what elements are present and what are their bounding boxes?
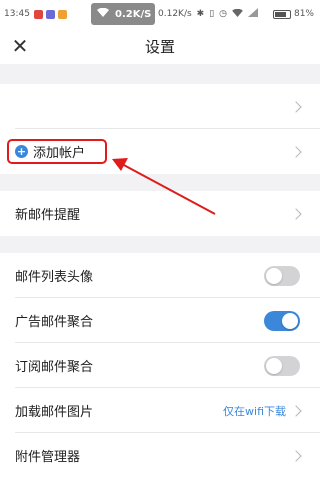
ad-aggregate-toggle[interactable] bbox=[264, 310, 300, 331]
bottom-filler bbox=[0, 478, 320, 490]
chevron-right-icon bbox=[290, 100, 302, 113]
battery-percent: 81% bbox=[293, 9, 314, 19]
page-title: 设置 bbox=[144, 38, 175, 56]
section-gap bbox=[0, 174, 320, 191]
load-images-label: 加载邮件图片 bbox=[15, 405, 94, 420]
battery-icon bbox=[272, 9, 291, 19]
app-notification-icon bbox=[57, 9, 67, 19]
toggle-knob bbox=[266, 267, 282, 284]
ad-aggregate-row: 广告邮件聚合 bbox=[0, 298, 320, 343]
network-speed: 0.2K/S bbox=[115, 8, 152, 20]
account-row[interactable] bbox=[0, 84, 320, 129]
title-bar: ✕ 设置 bbox=[0, 28, 320, 64]
wifi-icon bbox=[232, 8, 243, 20]
attachment-manager-row[interactable]: 附件管理器 bbox=[0, 433, 320, 478]
toggle-knob bbox=[266, 357, 282, 374]
vibrate-icon: ▯ bbox=[209, 9, 215, 19]
app-notification-icon bbox=[33, 9, 43, 19]
status-time: 13:45 bbox=[4, 9, 30, 19]
load-images-row[interactable]: 加载邮件图片 仅在wifi下载 bbox=[0, 388, 320, 433]
network-speed-secondary: 0.12K/s bbox=[158, 9, 192, 19]
alarm-icon: ◷ bbox=[219, 9, 228, 19]
list-avatar-label: 邮件列表头像 bbox=[15, 270, 94, 285]
app-notification-icon bbox=[45, 9, 55, 19]
chevron-right-icon bbox=[290, 207, 302, 220]
chevron-right-icon bbox=[290, 449, 302, 462]
ad-aggregate-label: 广告邮件聚合 bbox=[15, 315, 94, 330]
section-gap bbox=[0, 64, 320, 84]
section-gap bbox=[0, 236, 320, 253]
new-mail-alert-label: 新邮件提醒 bbox=[15, 208, 81, 223]
wifi-icon bbox=[97, 7, 109, 20]
load-images-value: 仅在wifi下载 bbox=[223, 404, 286, 418]
signal-icon bbox=[248, 8, 259, 20]
list-avatar-toggle[interactable] bbox=[264, 265, 300, 286]
chevron-right-icon bbox=[290, 404, 302, 417]
subscription-aggregate-label: 订阅邮件聚合 bbox=[15, 360, 94, 375]
battery-fill bbox=[274, 11, 287, 17]
subscription-aggregate-row: 订阅邮件聚合 bbox=[0, 343, 320, 388]
attachment-manager-label: 附件管理器 bbox=[15, 450, 81, 465]
annotation-highlight-box bbox=[7, 139, 107, 164]
network-speed-pill: 0.2K/S bbox=[91, 3, 155, 25]
subscription-aggregate-toggle[interactable] bbox=[264, 355, 300, 376]
new-mail-alert-row[interactable]: 新邮件提醒 bbox=[0, 191, 320, 236]
list-avatar-row: 邮件列表头像 bbox=[0, 253, 320, 298]
status-indicators: 0.12K/s ✱ ▯ ◷ bbox=[158, 0, 263, 28]
battery-indicator: 81% bbox=[272, 0, 314, 28]
bluetooth-icon: ✱ bbox=[196, 9, 205, 19]
chevron-right-icon bbox=[290, 145, 302, 158]
toggle-knob bbox=[282, 312, 298, 329]
